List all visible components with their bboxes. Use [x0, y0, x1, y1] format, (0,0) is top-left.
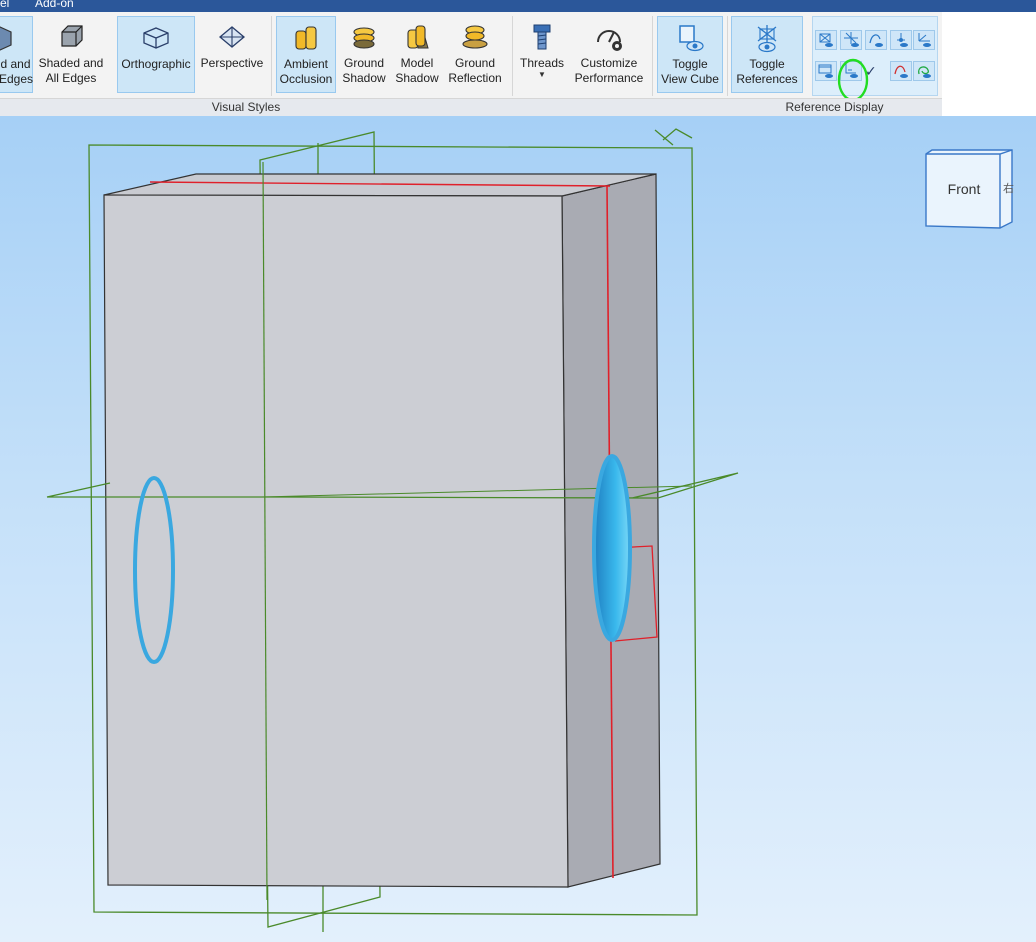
ribbon-separator [512, 16, 513, 96]
3d-viewport[interactable]: 右 Front [0, 116, 1036, 942]
toggle-references-label-1: Toggle [749, 57, 785, 71]
point-icon [897, 33, 908, 47]
shaded-edges-button[interactable]: d and Edges [0, 16, 33, 93]
wire-cube-icon [61, 25, 83, 47]
ground-shadow-label-2: Shadow [342, 71, 386, 85]
ribbon-empty-area [942, 12, 1036, 116]
ground-shadow-icon [353, 27, 375, 49]
menu-bar: el Add-on [0, 0, 1036, 12]
visual-styles-group-label: Visual Styles [0, 98, 492, 116]
dimension-icon [894, 65, 908, 78]
ground-reflection-button[interactable]: Ground Reflection [444, 16, 506, 93]
plane-icon [818, 64, 833, 78]
toggle-references-button[interactable]: Toggle References [731, 16, 803, 93]
model-shadow-label-2: Shadow [395, 71, 439, 85]
menu-item-model[interactable]: el [0, 0, 9, 10]
view-cube-side-label: 右 [1003, 181, 1014, 195]
toggle-references-label-2: References [736, 72, 798, 86]
show-constraints-button[interactable] [913, 61, 935, 81]
customize-performance-label-1: Customize [580, 56, 638, 70]
ambient-occlusion-label-1: Ambient [283, 57, 329, 71]
show-dimensions-button[interactable] [890, 61, 912, 81]
ambient-occlusion-button[interactable]: Ambient Occlusion [276, 16, 336, 93]
model-scene[interactable] [0, 116, 1036, 942]
show-origin-button[interactable] [815, 30, 837, 50]
toggle-view-cube-label-2: View Cube [661, 72, 719, 86]
customize-performance-button[interactable]: Customize Performance [572, 16, 646, 93]
model-shadow-label-1: Model [400, 56, 434, 70]
show-planes-button[interactable] [815, 61, 837, 81]
hole-highlight-right[interactable] [592, 454, 632, 642]
model-shadow-icon [407, 25, 429, 49]
origin-icon [819, 33, 833, 47]
view-cube-front-label[interactable]: Front [938, 181, 990, 197]
orthographic-button[interactable]: Orthographic [117, 16, 195, 93]
ground-shadow-label-1: Ground [343, 56, 385, 70]
plane-corner-marker [654, 128, 693, 146]
shaded-cube-icon [0, 26, 12, 51]
ground-reflection-icon [462, 25, 488, 49]
shaded-edges-label-2: Edges [0, 72, 34, 86]
show-points-button[interactable] [890, 30, 912, 50]
shaded-all-edges-button[interactable]: Shaded and All Edges [35, 16, 107, 93]
ground-reflection-label-2: Reflection [448, 71, 502, 85]
toggle-view-cube-button[interactable]: Toggle View Cube [657, 16, 723, 93]
reference-display-group-label: Reference Display [727, 98, 942, 116]
threads-label: Threads [519, 56, 565, 70]
axes-icon [844, 32, 859, 47]
references-eye-icon [757, 25, 777, 53]
toggle-view-cube-label-1: Toggle [672, 57, 708, 71]
bolt-icon [533, 24, 551, 50]
perspective-button[interactable]: Perspective [197, 16, 267, 93]
menu-item-addon[interactable]: Add-on [35, 0, 74, 10]
ribbon-separator [652, 16, 653, 96]
model-shadow-button[interactable]: Model Shadow [392, 16, 442, 93]
ground-shadow-button[interactable]: Ground Shadow [338, 16, 390, 93]
shaded-edges-label-1: d and [0, 57, 31, 71]
orthographic-icon [143, 27, 169, 49]
threads-button[interactable]: Threads ▼ [516, 16, 568, 93]
ground-reflection-label-1: Ground [454, 56, 496, 70]
constraint-icon [918, 66, 931, 78]
curve-icon [869, 34, 883, 47]
coordinate-system-icon [918, 33, 931, 47]
ambient-occlusion-label-2: Occlusion [279, 72, 333, 86]
show-curves-button[interactable] [865, 30, 887, 50]
ribbon-separator [727, 16, 728, 96]
ribbon-group-footer [492, 98, 727, 116]
customize-performance-label-2: Performance [574, 71, 644, 85]
perspective-label: Perspective [200, 56, 264, 70]
ribbon: d and Edges Shaded and All Edges Orthogr… [0, 12, 1036, 116]
show-axes-button[interactable] [840, 30, 862, 50]
threads-dropdown-caret-icon[interactable]: ▼ [516, 71, 568, 79]
orthographic-label: Orthographic [121, 57, 191, 71]
ribbon-separator [271, 16, 272, 96]
view-cube-eye-icon [679, 25, 704, 52]
shaded-all-edges-label-2: All Edges [45, 71, 97, 85]
shaded-all-edges-label-1: Shaded and [38, 56, 104, 70]
performance-gauge-icon [597, 30, 622, 51]
annotation-circle [837, 58, 869, 102]
reference-display-icon-grid: ✓ [812, 16, 938, 102]
ambient-occlusion-icon [295, 26, 317, 50]
perspective-icon [218, 26, 246, 48]
show-coordinate-systems-button[interactable] [913, 30, 935, 50]
